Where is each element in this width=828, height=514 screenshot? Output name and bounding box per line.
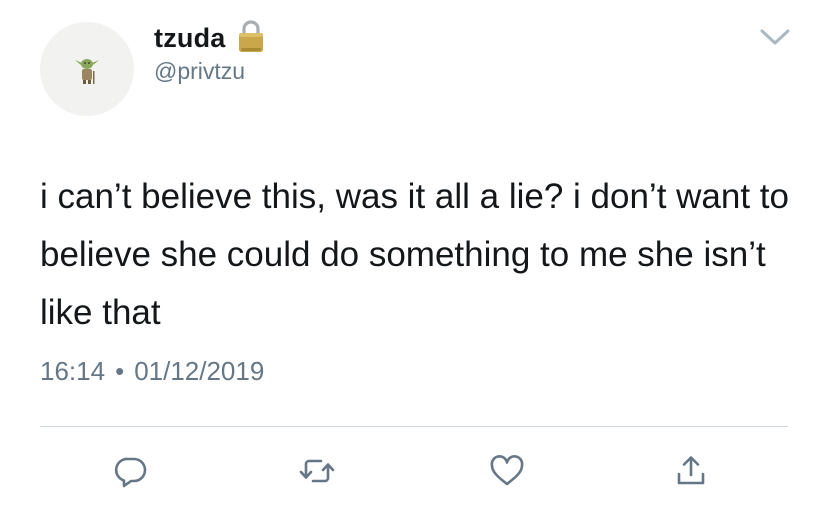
tweet-card: tzuda @privtzu i can’t believe this, was… <box>0 0 828 514</box>
reply-icon <box>114 457 147 488</box>
chevron-down-icon[interactable] <box>758 26 792 48</box>
author-row: tzuda <box>154 18 266 58</box>
yoda-avatar-icon <box>75 59 99 84</box>
lock-icon <box>236 18 266 54</box>
tweet-date: 01/12/2019 <box>134 356 265 386</box>
retweet-icon <box>299 459 335 483</box>
user-handle[interactable]: @privtzu <box>154 58 245 85</box>
divider <box>40 426 788 427</box>
avatar[interactable] <box>40 22 134 116</box>
tweet-text: i can’t believe this, was it all a lie? … <box>40 177 789 332</box>
display-name[interactable]: tzuda <box>154 23 226 54</box>
reply-button[interactable] <box>108 448 154 494</box>
retweet-button[interactable] <box>294 448 340 494</box>
tweet-timestamp[interactable]: 16:14 • 01/12/2019 <box>40 356 264 387</box>
heart-icon <box>490 455 524 486</box>
timestamp-separator: • <box>115 356 125 386</box>
like-button[interactable] <box>484 448 530 494</box>
tweet-time: 16:14 <box>40 356 106 386</box>
share-button[interactable] <box>668 448 714 494</box>
action-bar <box>0 448 828 494</box>
share-icon <box>677 456 705 485</box>
